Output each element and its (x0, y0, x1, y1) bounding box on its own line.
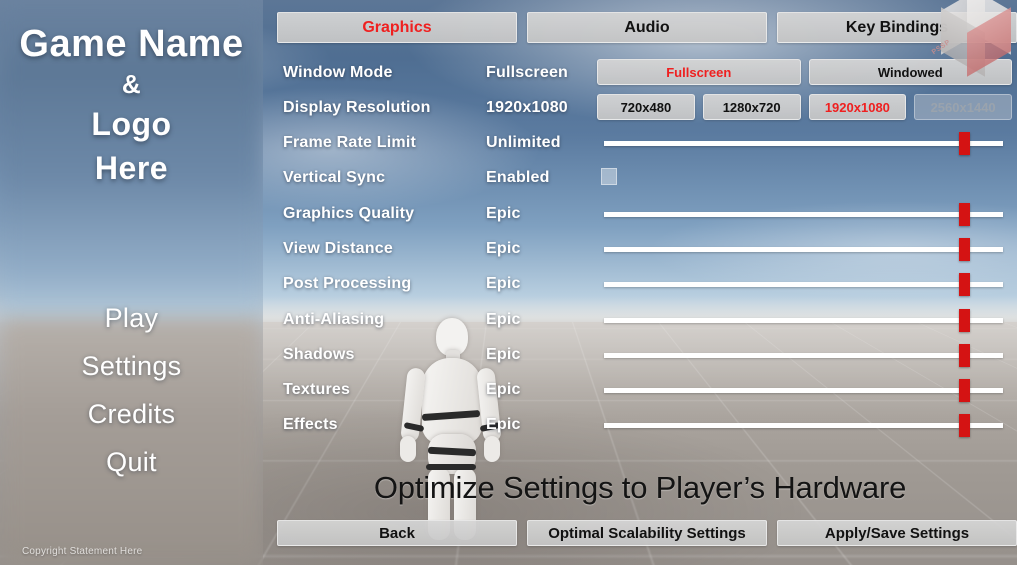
optimal-scalability-button[interactable]: Optimal Scalability Settings (527, 520, 767, 546)
setting-row-effects: Effects Epic (263, 407, 1017, 442)
tab-audio[interactable]: Audio (527, 12, 767, 43)
setting-value: Epic (486, 337, 521, 372)
setting-label: View Distance (283, 231, 393, 266)
slider-handle[interactable] (959, 132, 970, 155)
setting-value: Epic (486, 407, 521, 442)
slider-track (604, 247, 1003, 252)
setting-value: Epic (486, 266, 521, 301)
tab-graphics[interactable]: Graphics (277, 12, 517, 43)
setting-row-frame-rate-limit: Frame Rate Limit Unlimited (263, 125, 1017, 160)
setting-value: Unlimited (486, 125, 561, 160)
setting-row-anti-aliasing: Anti-Aliasing Epic (263, 302, 1017, 337)
option-fullscreen[interactable]: Fullscreen (597, 59, 801, 85)
logo-line-3: Logo (0, 102, 263, 146)
setting-value: Epic (486, 231, 521, 266)
graphics-quality-slider[interactable] (604, 208, 1003, 220)
setting-row-view-distance: View Distance Epic (263, 231, 1017, 266)
setting-row-window-mode: Window Mode Fullscreen Fullscreen Window… (263, 55, 1017, 90)
resolution-options: 720x480 1280x720 1920x1080 2560x1440 (597, 94, 1012, 120)
setting-label: Textures (283, 372, 350, 407)
slider-handle[interactable] (959, 344, 970, 367)
logo-line-4: Here (0, 146, 263, 190)
setting-label: Graphics Quality (283, 196, 414, 231)
slider-track (604, 282, 1003, 287)
setting-row-shadows: Shadows Epic (263, 337, 1017, 372)
slider-track (604, 388, 1003, 393)
main-menu-panel: Game Name & Logo Here Play Settings Cred… (0, 0, 263, 565)
setting-row-vertical-sync: Vertical Sync Enabled (263, 160, 1017, 195)
setting-value: Epic (486, 372, 521, 407)
settings-tab-bar: Graphics Audio Key Bindings (277, 12, 1017, 43)
effects-slider[interactable] (604, 419, 1003, 431)
back-button[interactable]: Back (277, 520, 517, 546)
view-distance-slider[interactable] (604, 243, 1003, 255)
cube-icon: PSSP (927, 0, 1013, 70)
slider-handle[interactable] (959, 379, 970, 402)
setting-value: Epic (486, 196, 521, 231)
setting-label: Display Resolution (283, 90, 431, 125)
option-2560x1440: 2560x1440 (914, 94, 1012, 120)
setting-label: Post Processing (283, 266, 411, 301)
apply-save-settings-button[interactable]: Apply/Save Settings (777, 520, 1017, 546)
setting-value: Fullscreen (486, 55, 568, 90)
setting-label: Anti-Aliasing (283, 302, 384, 337)
menu-item-quit[interactable]: Quit (0, 438, 263, 486)
slider-track (604, 212, 1003, 217)
optimize-headline: Optimize Settings to Player’s Hardware (263, 470, 1017, 506)
menu-item-settings[interactable]: Settings (0, 342, 263, 390)
setting-row-post-processing: Post Processing Epic (263, 266, 1017, 301)
post-processing-slider[interactable] (604, 278, 1003, 290)
setting-label: Window Mode (283, 55, 393, 90)
setting-value: Epic (486, 302, 521, 337)
settings-footer-buttons: Back Optimal Scalability Settings Apply/… (277, 520, 1017, 546)
vertical-sync-checkbox[interactable] (601, 168, 617, 185)
slider-track (604, 318, 1003, 323)
slider-handle[interactable] (959, 273, 970, 296)
setting-label: Frame Rate Limit (283, 125, 416, 160)
slider-handle[interactable] (959, 203, 970, 226)
setting-row-graphics-quality: Graphics Quality Epic (263, 196, 1017, 231)
copyright-statement: Copyright Statement Here (22, 546, 142, 557)
slider-handle[interactable] (959, 309, 970, 332)
option-1920x1080[interactable]: 1920x1080 (809, 94, 907, 120)
setting-label: Shadows (283, 337, 355, 372)
setting-row-textures: Textures Epic (263, 372, 1017, 407)
menu-item-credits[interactable]: Credits (0, 390, 263, 438)
setting-value: Enabled (486, 160, 550, 195)
setting-value: 1920x1080 (486, 90, 568, 125)
anti-aliasing-slider[interactable] (604, 314, 1003, 326)
setting-row-display-resolution: Display Resolution 1920x1080 720x480 128… (263, 90, 1017, 125)
shadows-slider[interactable] (604, 349, 1003, 361)
frame-rate-slider[interactable] (604, 137, 1003, 149)
setting-label: Effects (283, 407, 338, 442)
slider-track (604, 141, 1003, 146)
logo-line-1: Game Name (0, 22, 263, 66)
setting-label: Vertical Sync (283, 160, 385, 195)
slider-track (604, 353, 1003, 358)
textures-slider[interactable] (604, 384, 1003, 396)
option-720x480[interactable]: 720x480 (597, 94, 695, 120)
slider-track (604, 423, 1003, 428)
menu-item-play[interactable]: Play (0, 294, 263, 342)
game-logo: Game Name & Logo Here (0, 22, 263, 190)
main-menu-list: Play Settings Credits Quit (0, 294, 263, 486)
slider-handle[interactable] (959, 414, 970, 437)
slider-handle[interactable] (959, 238, 970, 261)
logo-line-2: & (0, 66, 263, 102)
settings-panel: Graphics Audio Key Bindings Window Mode … (263, 0, 1017, 565)
option-1280x720[interactable]: 1280x720 (703, 94, 801, 120)
